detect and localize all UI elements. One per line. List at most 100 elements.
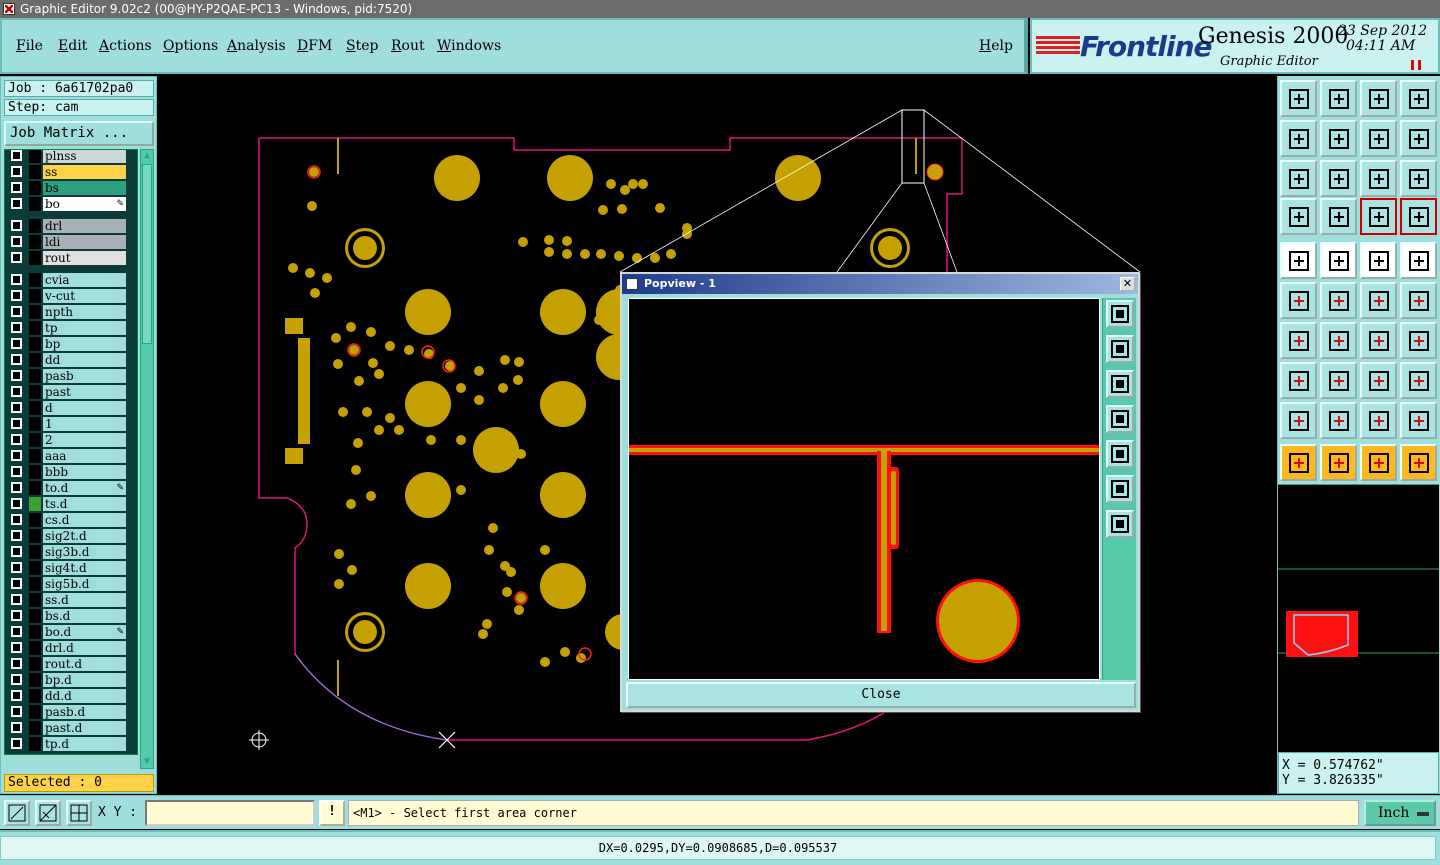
connect-nodes-button[interactable] bbox=[1280, 282, 1317, 319]
layer-name[interactable]: tp.d bbox=[43, 737, 126, 751]
layer-affected-mark[interactable] bbox=[29, 641, 41, 655]
layer-row[interactable]: rout bbox=[5, 250, 137, 266]
layer-checkbox[interactable] bbox=[11, 418, 22, 429]
layer-name[interactable]: dd bbox=[43, 353, 126, 367]
layer-affected-mark[interactable] bbox=[29, 657, 41, 671]
pad-add-button[interactable] bbox=[1280, 362, 1317, 399]
layer-name[interactable]: ss bbox=[43, 165, 126, 179]
layer-affected-mark[interactable] bbox=[29, 305, 41, 319]
menu-analysis[interactable]: Analysis bbox=[227, 38, 286, 54]
layer-name[interactable]: aaa bbox=[43, 449, 126, 463]
layer-affected-mark[interactable] bbox=[29, 321, 41, 335]
zoom-fit-button[interactable] bbox=[1280, 160, 1317, 197]
layer-row[interactable]: rout.d bbox=[5, 656, 137, 672]
layer-row[interactable]: 2 bbox=[5, 432, 137, 448]
layer-name[interactable]: dd.d bbox=[43, 689, 126, 703]
menu-help[interactable]: Help bbox=[979, 38, 1013, 54]
layer-row[interactable]: d bbox=[5, 400, 137, 416]
popview-pan-right-button[interactable] bbox=[1106, 440, 1134, 468]
layer-row[interactable]: ss bbox=[5, 164, 137, 180]
layer-row[interactable]: past bbox=[5, 384, 137, 400]
step-route-button[interactable] bbox=[1400, 120, 1437, 157]
layer-checkbox[interactable] bbox=[11, 322, 22, 333]
layer-row[interactable]: dd.d bbox=[5, 688, 137, 704]
popview-pan-down-button[interactable] bbox=[1106, 370, 1134, 398]
layer-name[interactable]: bo.d ✎ bbox=[43, 625, 126, 639]
layer-row[interactable]: npth bbox=[5, 304, 137, 320]
layer-checkbox[interactable] bbox=[11, 182, 22, 193]
layer-checkbox[interactable] bbox=[11, 722, 22, 733]
popview-expand-button[interactable] bbox=[1106, 510, 1134, 538]
layer-row[interactable]: drl bbox=[5, 218, 137, 234]
pointer-circle-button[interactable] bbox=[1360, 444, 1397, 481]
layer-name[interactable]: drl.d bbox=[43, 641, 126, 655]
feature-filter-button[interactable] bbox=[1400, 198, 1437, 235]
layer-checkbox[interactable] bbox=[11, 338, 22, 349]
layer-affected-mark[interactable] bbox=[29, 251, 41, 265]
pin-tool-button[interactable] bbox=[1320, 198, 1357, 235]
ruler-button[interactable] bbox=[1360, 242, 1397, 279]
popview-title-bar[interactable]: Popview - 1 ✕ bbox=[622, 274, 1138, 294]
measure-button[interactable] bbox=[35, 800, 61, 826]
layer-checkbox[interactable] bbox=[11, 466, 22, 477]
layer-name[interactable]: past bbox=[43, 385, 126, 399]
layer-checkbox[interactable] bbox=[11, 514, 22, 525]
layer-row[interactable]: ldi bbox=[5, 234, 137, 250]
layer-checkbox[interactable] bbox=[11, 150, 22, 161]
layer-affected-mark[interactable] bbox=[29, 289, 41, 303]
layer-checkbox[interactable] bbox=[11, 594, 22, 605]
layer-checkbox[interactable] bbox=[11, 220, 22, 231]
page-up-button[interactable] bbox=[1320, 80, 1357, 117]
layer-name[interactable]: sig2t.d bbox=[43, 529, 126, 543]
layer-row[interactable]: cvia bbox=[5, 272, 137, 288]
menu-edit[interactable]: Edit bbox=[58, 38, 87, 54]
layer-affected-mark[interactable] bbox=[29, 737, 41, 751]
page-left-button[interactable] bbox=[1280, 120, 1317, 157]
layer-checkbox[interactable] bbox=[11, 166, 22, 177]
layer-row[interactable]: 1 bbox=[5, 416, 137, 432]
layer-checkbox[interactable] bbox=[11, 642, 22, 653]
xy-input[interactable] bbox=[145, 800, 315, 826]
layer-row[interactable]: dd bbox=[5, 352, 137, 368]
layer-row[interactable]: bo.d ✎ bbox=[5, 624, 137, 640]
menu-options[interactable]: Options bbox=[163, 38, 218, 54]
layer-affected-mark[interactable] bbox=[29, 197, 41, 211]
layer-checkbox[interactable] bbox=[11, 402, 22, 413]
scroll-up-icon[interactable]: ▲ bbox=[141, 150, 153, 162]
layer-name[interactable]: pasb bbox=[43, 369, 126, 383]
warning-button[interactable]: ! bbox=[319, 800, 345, 826]
close-icon[interactable]: ✕ bbox=[1120, 277, 1135, 291]
layer-affected-mark[interactable] bbox=[29, 609, 41, 623]
layer-checkbox[interactable] bbox=[11, 370, 22, 381]
layer-name[interactable]: npth bbox=[43, 305, 126, 319]
layer-checkbox[interactable] bbox=[11, 706, 22, 717]
layer-affected-mark[interactable] bbox=[29, 673, 41, 687]
layer-name[interactable]: bp.d bbox=[43, 673, 126, 687]
scroll-thumb[interactable] bbox=[142, 164, 152, 344]
popview-pan-left-button[interactable] bbox=[1106, 405, 1134, 433]
layer-affected-mark[interactable] bbox=[29, 449, 41, 463]
layer-scrollbar[interactable]: ▲ ▼ bbox=[140, 149, 154, 769]
layer-row[interactable]: tp bbox=[5, 320, 137, 336]
layer-row[interactable]: pasb bbox=[5, 368, 137, 384]
layer-affected-mark[interactable] bbox=[29, 481, 41, 495]
layer-name[interactable]: cs.d bbox=[43, 513, 126, 527]
layer-affected-mark[interactable] bbox=[29, 513, 41, 527]
layer-row[interactable]: cs.d bbox=[5, 512, 137, 528]
layer-name[interactable]: bs bbox=[43, 181, 126, 195]
layer-name[interactable]: cvia bbox=[43, 273, 126, 287]
layer-checkbox[interactable] bbox=[11, 562, 22, 573]
zoom-ratio-button[interactable] bbox=[1360, 160, 1397, 197]
layer-affected-mark[interactable] bbox=[29, 577, 41, 591]
unit-select[interactable]: Inch bbox=[1364, 800, 1436, 826]
trace-cut-button[interactable] bbox=[1320, 362, 1357, 399]
page-right-button[interactable] bbox=[1320, 120, 1357, 157]
menu-windows[interactable]: Windows bbox=[437, 38, 501, 54]
layer-name[interactable]: v-cut bbox=[43, 289, 126, 303]
pointer-box-button[interactable] bbox=[1320, 444, 1357, 481]
layer-name[interactable]: bbb bbox=[43, 465, 126, 479]
minimap-view[interactable] bbox=[1278, 485, 1439, 753]
move-line-button[interactable] bbox=[1400, 282, 1437, 319]
layer-row[interactable]: bs bbox=[5, 180, 137, 196]
layer-checkbox[interactable] bbox=[11, 482, 22, 493]
